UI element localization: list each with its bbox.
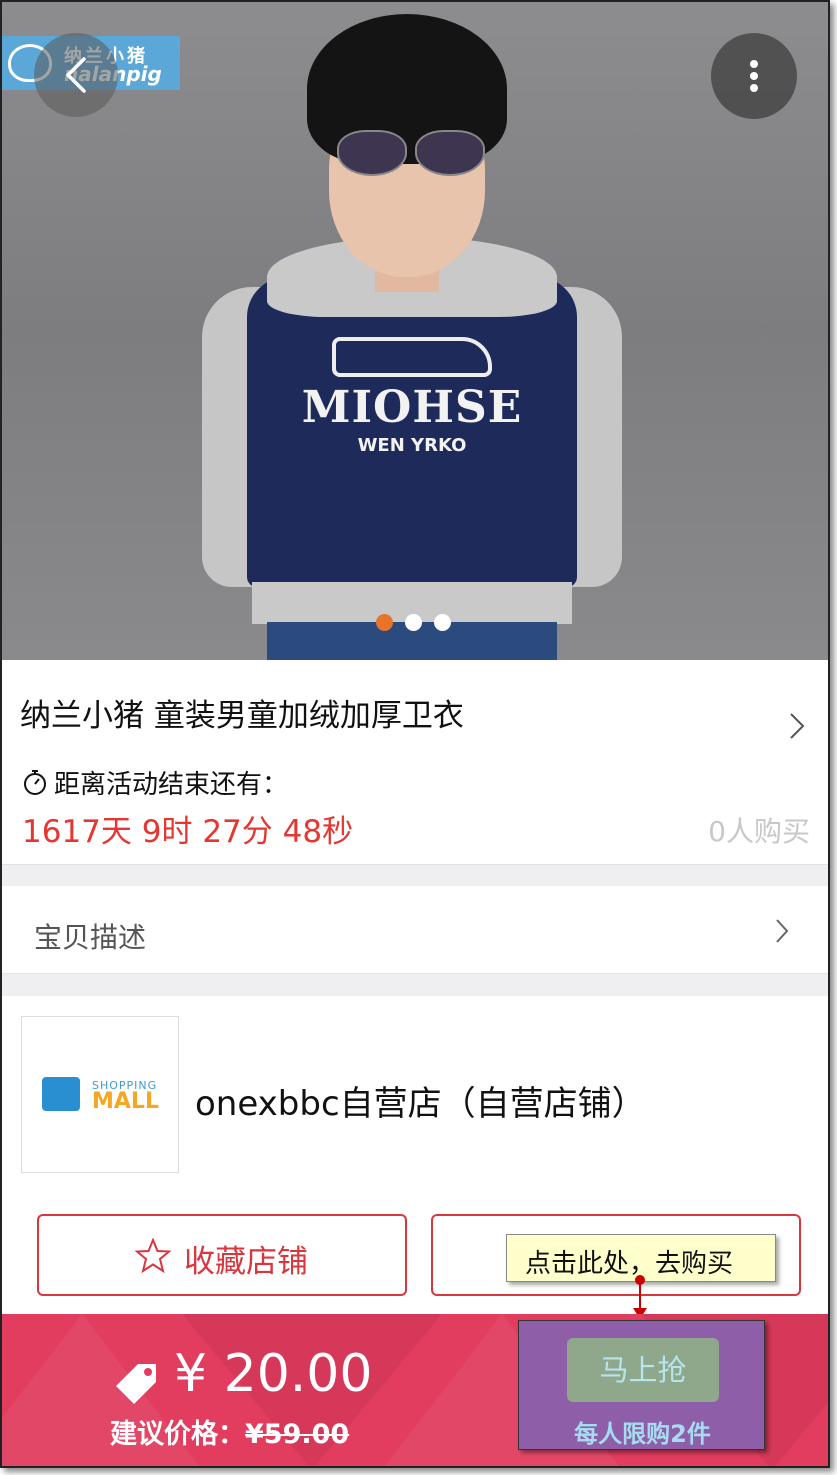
description-label: 宝贝描述 [34, 921, 147, 954]
more-options-button[interactable] [711, 33, 797, 119]
back-button[interactable] [34, 33, 118, 117]
store-logo[interactable]: SHOPPING MALL [21, 1016, 179, 1173]
suggested-price: 建议价格：¥59.00 [110, 1419, 350, 1450]
shopping-bag-icon [42, 1077, 80, 1111]
tooltip-pointer-line [639, 1282, 641, 1310]
stopwatch-icon [24, 770, 46, 795]
price-tag-icon [116, 1364, 156, 1404]
section-divider [2, 864, 828, 886]
phone-frame: MIOHSE WEN YRKO 纳兰小猪 nalanpig [0, 0, 830, 1468]
bottom-purchase-bar: ¥ 20.00 建议价格：¥59.00 马上抢 每人限购2件 [2, 1314, 828, 1466]
buyer-count: 0人购买 [708, 815, 810, 848]
buy-now-panel: 马上抢 每人限购2件 [518, 1320, 765, 1450]
product-info: 纳兰小猪 童装男童加绒加厚卫衣 距离活动结束还有： 1617天 9时 27分 4… [2, 662, 828, 864]
carousel-dot[interactable] [434, 614, 451, 631]
carousel-dot-active[interactable] [376, 614, 393, 631]
store-name[interactable]: onexbbc自营店（自营店铺） [195, 1076, 646, 1125]
countdown-label: 距离活动结束还有： [54, 770, 289, 800]
chevron-left-icon [66, 57, 86, 93]
buy-now-button[interactable]: 马上抢 [567, 1338, 719, 1402]
product-description-row[interactable]: 宝贝描述 [2, 886, 828, 974]
product-image-carousel[interactable]: MIOHSE WEN YRKO 纳兰小猪 nalanpig [2, 2, 828, 660]
chevron-right-icon [776, 919, 789, 943]
vertical-dots-icon [750, 60, 758, 68]
current-price: ¥ 20.00 [174, 1344, 373, 1404]
section-divider [2, 974, 828, 996]
purchase-limit: 每人限购2件 [574, 1420, 711, 1448]
chevron-right-icon[interactable] [788, 712, 806, 740]
carousel-dot[interactable] [405, 614, 422, 631]
star-icon [135, 1238, 171, 1274]
product-photo: MIOHSE WEN YRKO [197, 2, 627, 660]
countdown-timer: 1617天 9时 27分 48秒 [22, 814, 354, 850]
sunglasses [335, 130, 485, 180]
product-title: 纳兰小猪 童装男童加绒加厚卫衣 [20, 698, 464, 734]
shirt-print: MIOHSE WEN YRKO [301, 382, 523, 456]
favorite-store-button[interactable]: 收藏店铺 [37, 1214, 407, 1296]
